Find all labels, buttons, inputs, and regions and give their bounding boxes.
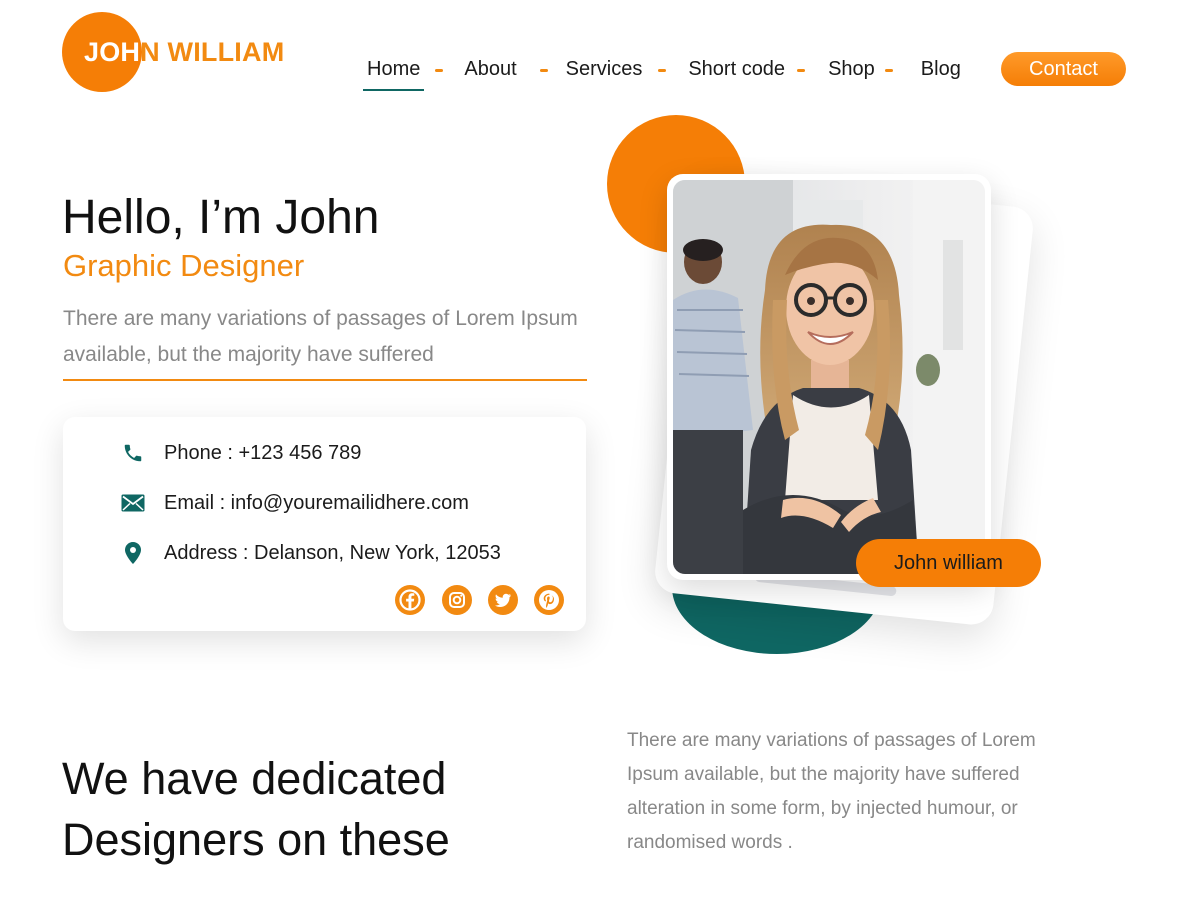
hero-role: Graphic Designer bbox=[63, 248, 305, 283]
twitter-icon[interactable] bbox=[488, 585, 518, 615]
nav-separator bbox=[435, 69, 444, 72]
nav-item-about[interactable]: About bbox=[460, 56, 520, 89]
section-title: We have dedicated Designers on these bbox=[62, 753, 450, 865]
phone-icon bbox=[121, 441, 145, 465]
phone-row: Phone : +123 456 789 bbox=[121, 441, 361, 465]
email-text[interactable]: Email : info@youremailidhere.com bbox=[164, 492, 469, 515]
nav-separator bbox=[884, 69, 893, 72]
instagram-icon[interactable] bbox=[442, 585, 472, 615]
nav-separator bbox=[539, 69, 548, 72]
site-logo[interactable]: JOHN WILLIAM bbox=[62, 12, 302, 92]
nav-item-short-code[interactable]: Short code bbox=[684, 56, 789, 89]
mail-icon bbox=[121, 491, 145, 515]
profile-photo bbox=[673, 180, 985, 574]
nav-separator bbox=[797, 69, 806, 72]
photo-name-badge: John william bbox=[856, 539, 1041, 587]
map-pin-icon bbox=[121, 541, 145, 565]
address-text: Address : Delanson, New York, 12053 bbox=[164, 541, 501, 564]
nav-item-services[interactable]: Services bbox=[562, 56, 647, 89]
nav-item-blog[interactable]: Blog bbox=[917, 56, 965, 89]
nav-item-home[interactable]: Home bbox=[363, 56, 425, 91]
hero-greeting: Hello, I’m John bbox=[62, 191, 380, 244]
hero-divider bbox=[63, 379, 587, 381]
nav-item-shop[interactable]: Shop bbox=[824, 56, 879, 89]
facebook-icon[interactable] bbox=[395, 585, 425, 615]
phone-text: Phone : +123 456 789 bbox=[164, 441, 362, 464]
logo-text: JOHN WILLIAM bbox=[84, 37, 284, 68]
logo-text-first: JOH bbox=[84, 37, 141, 67]
nav-separator bbox=[658, 69, 667, 72]
address-row: Address : Delanson, New York, 12053 bbox=[121, 541, 501, 565]
pinterest-icon[interactable] bbox=[534, 585, 564, 615]
profile-photo-card bbox=[667, 174, 991, 580]
main-nav: Home About Services Short code Shop Blog bbox=[363, 56, 965, 91]
contact-button[interactable]: Contact bbox=[1001, 52, 1126, 86]
section-description: There are many variations of passages of… bbox=[627, 730, 1036, 853]
hero-description: There are many variations of passages of… bbox=[63, 307, 578, 366]
email-row: Email : info@youremailidhere.com bbox=[121, 491, 469, 515]
contact-info-card: Phone : +123 456 789 Email : info@yourem… bbox=[63, 417, 586, 631]
logo-text-rest: N WILLIAM bbox=[140, 37, 285, 67]
